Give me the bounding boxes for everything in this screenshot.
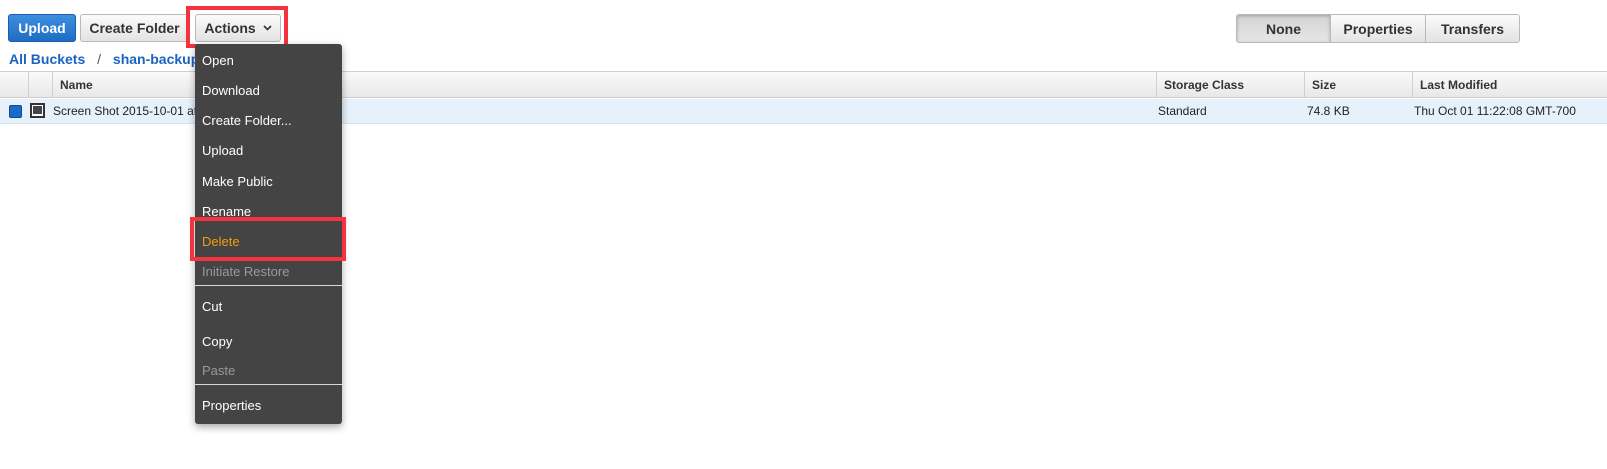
- view-none-button[interactable]: None: [1237, 15, 1331, 42]
- menu-item-upload[interactable]: Upload: [195, 139, 342, 161]
- row-size: 74.8 KB: [1307, 104, 1350, 118]
- row-checkbox[interactable]: [9, 105, 22, 118]
- chevron-down-icon: [263, 23, 272, 33]
- row-storage-class: Standard: [1158, 104, 1207, 118]
- view-toggle: None Properties Transfers: [1236, 14, 1520, 43]
- header-icon-column: [28, 72, 52, 97]
- breadcrumb-all-buckets[interactable]: All Buckets: [9, 51, 85, 67]
- file-icon: [30, 103, 45, 118]
- menu-item-cut[interactable]: Cut: [195, 295, 342, 317]
- actions-button[interactable]: Actions: [195, 14, 281, 42]
- menu-item-paste: Paste: [202, 362, 236, 378]
- view-properties-button[interactable]: Properties: [1331, 15, 1426, 42]
- menu-item-make-public[interactable]: Make Public: [195, 170, 342, 192]
- menu-item-download[interactable]: Download: [195, 79, 342, 101]
- upload-button[interactable]: Upload: [8, 14, 76, 42]
- row-last-modified: Thu Oct 01 11:22:08 GMT-700: [1414, 104, 1576, 118]
- menu-separator: [195, 384, 342, 385]
- view-transfers-button[interactable]: Transfers: [1426, 15, 1519, 42]
- header-last-modified[interactable]: Last Modified: [1412, 72, 1607, 97]
- actions-menu: Open Download Create Folder... Upload Ma…: [195, 44, 342, 424]
- breadcrumb-bucket[interactable]: shan-backup-: [113, 51, 204, 67]
- menu-item-properties[interactable]: Properties: [195, 394, 342, 416]
- breadcrumb-separator: /: [97, 51, 102, 67]
- menu-item-delete[interactable]: Delete: [195, 230, 342, 252]
- header-storage-class[interactable]: Storage Class: [1156, 72, 1304, 97]
- create-folder-button[interactable]: Create Folder: [80, 14, 189, 42]
- header-select-column[interactable]: [0, 72, 28, 97]
- menu-item-open[interactable]: Open: [195, 49, 342, 71]
- actions-button-label: Actions: [204, 20, 256, 36]
- menu-item-initiate-restore: Initiate Restore: [202, 263, 290, 279]
- menu-item-create-folder[interactable]: Create Folder...: [195, 109, 342, 131]
- menu-item-rename[interactable]: Rename: [195, 200, 342, 222]
- menu-item-copy[interactable]: Copy: [195, 330, 342, 352]
- header-size[interactable]: Size: [1304, 72, 1412, 97]
- breadcrumb: All Buckets / shan-backup-: [9, 51, 204, 67]
- menu-separator: [195, 285, 342, 286]
- row-name[interactable]: Screen Shot 2015-10-01 at: [53, 99, 197, 123]
